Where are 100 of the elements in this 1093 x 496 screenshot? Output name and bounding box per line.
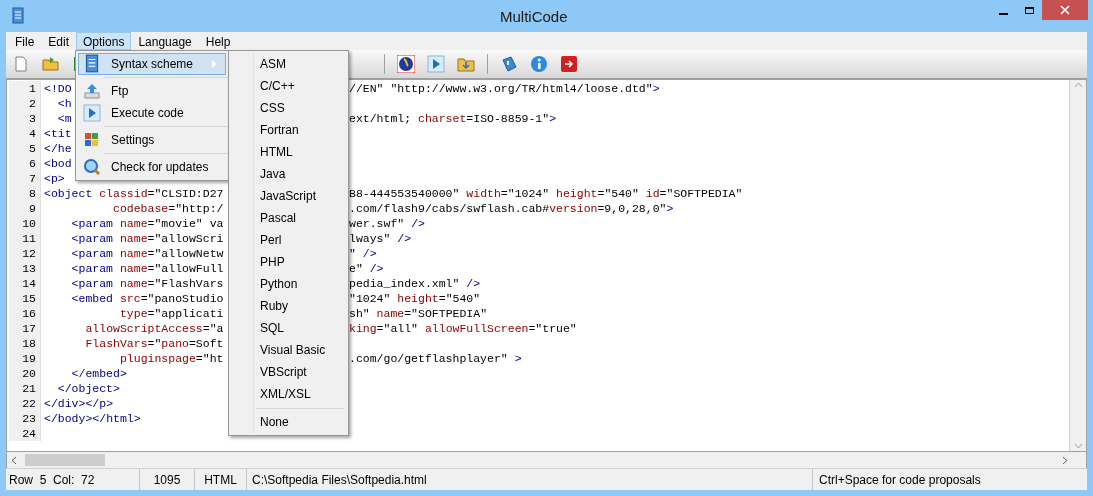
code-text: "1024" height="540" [349, 291, 481, 306]
line-number: 4 [29, 127, 36, 140]
scroll-thumb[interactable] [25, 454, 105, 466]
code-text: </object> [56, 382, 120, 395]
open-folder-icon[interactable] [42, 55, 60, 73]
line-number: 16 [22, 307, 36, 320]
scroll-icon [10, 6, 26, 26]
scroll-down-icon[interactable] [1073, 443, 1083, 449]
code-text: <param name="allowFull [70, 262, 224, 275]
code-text: codebase="http:/ [112, 202, 224, 215]
scroll-right-icon[interactable] [1062, 455, 1068, 465]
menu-entry[interactable]: Visual Basic [229, 339, 348, 361]
line-number: 7 [29, 172, 36, 185]
menu-entry[interactable]: Pascal [229, 207, 348, 229]
line-number: 23 [22, 412, 36, 425]
menu-entry[interactable]: ASM [229, 53, 348, 75]
code-text: <embed src="panoStudio [70, 292, 224, 305]
menu-entry[interactable]: CSS [229, 97, 348, 119]
menu-item[interactable]: Language [131, 32, 199, 50]
code-text: <m [56, 112, 72, 125]
exit-icon[interactable] [560, 55, 578, 73]
scroll-up-icon[interactable] [1073, 82, 1083, 88]
menu-entry[interactable]: XML/XSL [229, 383, 348, 405]
menu-entry[interactable]: Settings [78, 129, 226, 151]
line-number: 9 [29, 202, 36, 215]
code-text: pluginspage="ht [118, 352, 224, 365]
line-number: 11 [22, 232, 36, 245]
play-icon[interactable] [427, 55, 445, 73]
close-icon [1060, 5, 1070, 15]
line-number: 3 [29, 112, 36, 125]
status-position: Row 5 Col: 72 [9, 471, 95, 489]
menu-item[interactable]: Help [198, 32, 238, 50]
code-text: ext/html; charset=ISO-8859-1"> [349, 111, 557, 126]
line-number: 17 [22, 322, 36, 335]
menu-entry[interactable]: JavaScript [229, 185, 348, 207]
menu-entry[interactable]: SQL [229, 317, 348, 339]
code-text: B8-444553540000" width="1024" height="540" id="SOFTPEDIA" [349, 186, 743, 201]
menu-entry[interactable]: C/C++ [229, 75, 348, 97]
submenu-arrow-icon [212, 60, 217, 68]
code-text: <param name="movie" va [70, 217, 224, 230]
menu-item[interactable]: Edit [41, 32, 77, 50]
code-text: <!DO [44, 82, 72, 95]
status-language: HTML [204, 471, 237, 489]
line-number: 2 [29, 97, 36, 110]
line-number: 18 [22, 337, 36, 350]
menu-item[interactable]: Options [76, 32, 132, 50]
line-number: 22 [22, 397, 36, 410]
menu-entry[interactable]: PHP [229, 251, 348, 273]
code-text: lways" /> [349, 231, 412, 246]
line-number: 14 [22, 277, 36, 290]
code-text: <p> [44, 172, 65, 185]
new-file-icon[interactable] [12, 55, 30, 73]
code-text: </div></p> [44, 397, 114, 410]
line-number: 20 [22, 367, 36, 380]
menu-entry[interactable]: VBScript [229, 361, 348, 383]
code-text: " /> [349, 246, 377, 261]
code-text: </he [44, 142, 72, 155]
status-hint: Ctrl+Space for code proposals [819, 471, 981, 489]
line-number: 1 [29, 82, 36, 95]
folder-icon[interactable] [457, 55, 475, 73]
vertical-scrollbar[interactable] [1069, 80, 1086, 451]
code-text: <bod [44, 157, 72, 170]
menu-entry[interactable]: Java [229, 163, 348, 185]
menu-entry[interactable]: None [229, 411, 348, 433]
menu-entry[interactable]: Syntax scheme [78, 53, 226, 75]
windows-logo-icon [83, 131, 101, 149]
line-number: 19 [22, 352, 36, 365]
line-number: 10 [22, 217, 36, 230]
line-number: 13 [22, 262, 36, 275]
line-number: 15 [22, 292, 36, 305]
code-text: .com/go/getflashplayer" > [349, 351, 522, 366]
code-text: allowScriptAccess="a [84, 322, 224, 335]
status-length: 1095 [153, 471, 181, 489]
code-text: <object classid="CLSID:D27 [44, 187, 224, 200]
code-text: type="applicati [118, 307, 224, 320]
horizontal-scrollbar[interactable] [6, 452, 1087, 468]
menu-entry[interactable]: Execute code [78, 102, 226, 124]
code-text: </body></html> [44, 412, 141, 425]
line-number: 8 [29, 187, 36, 200]
menu-entry[interactable]: Ruby [229, 295, 348, 317]
menu-entry[interactable]: Check for updates [78, 156, 226, 178]
scroll-icon [83, 54, 101, 74]
menu-entry[interactable]: Ftp [78, 80, 226, 102]
menu-entry[interactable]: Python [229, 273, 348, 295]
line-number: 21 [22, 382, 36, 395]
play-icon [83, 104, 101, 122]
code-text: .com/flash9/cabs/swflash.cab#version=9,0,28,0"> [349, 201, 674, 216]
menu-entry[interactable]: Perl [229, 229, 348, 251]
code-text: <tit [44, 127, 72, 140]
code-text: <param name="allowNetw [70, 247, 224, 260]
menu-item[interactable]: File [8, 32, 42, 50]
code-text: <param name="FlashVars [70, 277, 224, 290]
info-icon[interactable] [530, 55, 548, 73]
menu-entry[interactable]: HTML [229, 141, 348, 163]
scroll-left-icon[interactable] [11, 455, 17, 465]
code-text: e" /> [349, 261, 384, 276]
line-number: 12 [22, 247, 36, 260]
code-text: <h [56, 97, 72, 110]
code-text: //EN" "http://www.w3.org/TR/html4/loose.dtd"> [349, 81, 660, 96]
menu-entry[interactable]: Fortran [229, 119, 348, 141]
